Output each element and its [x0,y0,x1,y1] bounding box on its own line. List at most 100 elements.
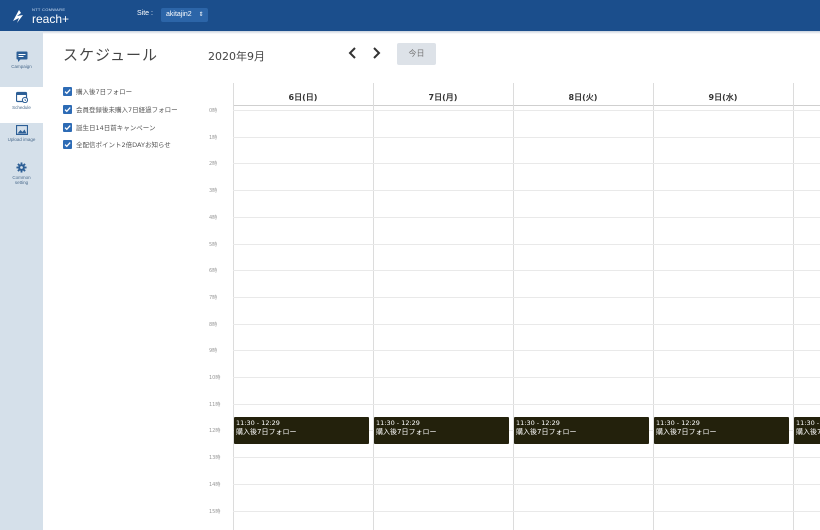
top-bar: NTT COMWARE reach+ Site : akitajin2 ⇕ [0,0,820,31]
time-label: 8時 [209,322,218,328]
time-label: 9時 [209,348,218,354]
filter-label: 全配信ポイント2倍DAYお知らせ [76,141,171,149]
filter-label: 購入後7日フォロー [76,88,133,96]
logo-product: reach+ [32,11,70,26]
hour-gridline [233,377,820,378]
day-header: 8日(火) [568,93,598,102]
column-divider [233,83,234,530]
time-label: 13時 [209,455,221,461]
time-label: 10時 [209,375,221,381]
time-label: 11時 [209,402,221,408]
filter-item[interactable]: 誕生日14日前キャンペーン [63,122,155,132]
time-label: 7時 [209,295,218,301]
hour-gridline [233,217,820,218]
hour-gridline [233,137,820,138]
calendar-event[interactable]: 11:30 - 12:29 購入後7日フォロー [794,417,820,444]
hour-gridline [233,297,820,298]
day-header: 9日(水) [708,93,738,102]
day-header: 7日(月) [428,93,458,102]
event-time: 11:30 - 12:29 [236,419,280,427]
check-icon [64,88,71,94]
page-title: スケジュール [63,46,158,64]
column-divider [653,83,654,530]
time-label: 12時 [209,428,221,434]
chevron-right-icon[interactable] [369,45,383,61]
event-title: 購入後7日フォロー [656,428,717,436]
event-time: 11:30 - 12:29 [796,419,820,427]
event-time: 11:30 - 12:29 [516,419,560,427]
hour-gridline [233,350,820,351]
time-label: 15時 [209,509,221,515]
logo-mark-icon [13,10,23,23]
header-divider [233,105,820,106]
day-header: 6日(日) [288,93,318,102]
site-label: Site : [137,10,153,17]
hour-gridline [233,484,820,485]
checkbox[interactable] [63,122,72,132]
sidebar: Campaign Schedule Upload image Common se… [0,31,43,530]
gear-icon [16,162,27,173]
image-icon [15,125,28,135]
event-title: 購入後7日フォロー [796,428,820,436]
sidebar-item-campaign[interactable]: Campaign [0,51,43,87]
time-label: 5時 [209,242,218,248]
sidebar-item-label: Upload image [7,137,36,142]
sidebar-item-schedule[interactable]: Schedule [0,87,43,123]
calendar-event[interactable]: 11:30 - 12:29 購入後7日フォロー [374,417,509,444]
calendar-week-view: 6日(日) 7日(月) 8日(火) 9日(水) 0時 1時 2時 3時 4時 5時 6時 7時… [195,83,820,530]
month-label: 2020年9月 [208,50,265,63]
today-button[interactable]: 今日 [397,43,436,65]
event-title: 購入後7日フォロー [516,428,577,436]
logo-company: NTT COMWARE [32,6,66,12]
time-label: 2時 [209,161,218,167]
check-icon [64,124,71,130]
filter-label: 誕生日14日前キャンペーン [76,124,156,132]
filter-label: 会員登録後未購入7日経過フォロー [76,106,178,114]
event-time: 11:30 - 12:29 [656,419,700,427]
calendar-event[interactable]: 11:30 - 12:29 購入後7日フォロー [514,417,649,444]
hour-gridline [233,190,820,191]
hour-gridline [233,270,820,271]
header-shadow [0,31,820,34]
hour-gridline [233,244,820,245]
column-divider [513,83,514,530]
site-select[interactable]: akitajin2 ⇕ [161,8,208,22]
time-label: 6時 [209,268,218,274]
check-icon [64,106,71,112]
hour-gridline [233,511,820,512]
site-select-value: akitajin2 [166,11,192,18]
time-label: 14時 [209,482,221,488]
filter-item[interactable]: 購入後7日フォロー [63,86,132,96]
checkbox[interactable] [63,139,72,149]
time-label: 3時 [209,188,218,194]
chat-icon [16,51,27,62]
sidebar-item-label: Common setting [12,175,31,185]
checkbox[interactable] [63,86,72,96]
filter-item[interactable]: 全配信ポイント2倍DAYお知らせ [63,139,171,149]
calendar-event[interactable]: 11:30 - 12:29 購入後7日フォロー [234,417,369,444]
hour-gridline [233,110,820,111]
hour-gridline [233,324,820,325]
chevron-updown-icon: ⇕ [198,12,204,18]
event-title: 購入後7日フォロー [376,428,437,436]
hour-gridline [233,163,820,164]
event-time: 11:30 - 12:29 [376,419,420,427]
chevron-left-icon[interactable] [346,45,360,61]
calendar-clock-icon [15,91,28,103]
sidebar-item-label: Campaign [11,64,32,69]
time-label: 4時 [209,215,218,221]
filter-item[interactable]: 会員登録後未購入7日経過フォロー [63,104,178,114]
sidebar-item-label: Schedule [12,105,31,110]
sidebar-item-common-setting[interactable]: Common setting [0,162,43,198]
column-divider [793,83,794,530]
time-label: 0時 [209,108,218,114]
hour-gridline [233,457,820,458]
checkbox[interactable] [63,104,72,114]
check-icon [64,141,71,147]
logo[interactable]: NTT COMWARE reach+ [10,5,69,27]
hour-gridline [233,404,820,405]
calendar-event[interactable]: 11:30 - 12:29 購入後7日フォロー [654,417,789,444]
column-divider [373,83,374,530]
sidebar-item-upload-image[interactable]: Upload image [0,125,43,161]
event-title: 購入後7日フォロー [236,428,297,436]
